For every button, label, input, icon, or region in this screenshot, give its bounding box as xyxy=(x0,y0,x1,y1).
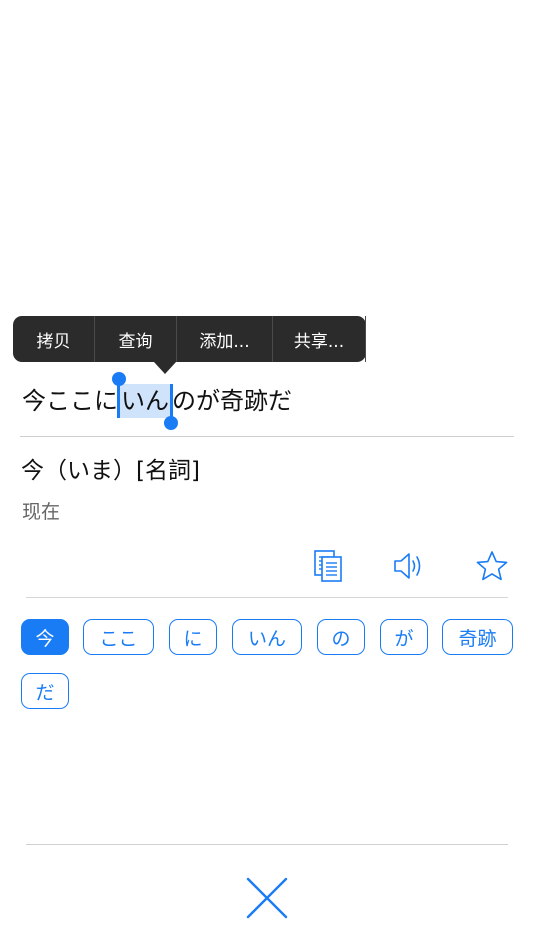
divider xyxy=(26,844,508,845)
menu-item-lookup[interactable]: 查询 xyxy=(95,316,177,362)
entry-meaning: 现在 xyxy=(22,501,61,523)
menu-item-add[interactable]: 添加... xyxy=(177,316,273,362)
menu-item-share[interactable]: 共享... xyxy=(273,316,366,362)
token-chip[interactable]: いん xyxy=(232,619,302,655)
selection-start-caret xyxy=(117,384,120,418)
copy-document-icon xyxy=(314,550,342,582)
token-chip[interactable]: 今 xyxy=(21,619,69,655)
speaker-icon xyxy=(394,553,421,579)
copy-button[interactable] xyxy=(308,546,348,586)
token-chip[interactable]: が xyxy=(380,619,428,655)
close-button[interactable] xyxy=(245,876,289,920)
context-menu: 拷贝 查询 添加... 共享... xyxy=(13,316,366,374)
token-chip[interactable]: ここ xyxy=(83,619,154,655)
token-chip[interactable]: 奇跡 xyxy=(442,619,513,655)
sentence-before: 今ここに xyxy=(22,387,118,415)
selected-text-label: いん xyxy=(121,387,169,415)
entry-heading: 今（いま）[名詞] xyxy=(21,458,200,484)
selected-text[interactable]: いん xyxy=(112,372,178,430)
token-chip[interactable]: の xyxy=(317,619,365,655)
selection-start-handle[interactable] xyxy=(112,372,126,386)
menu-pointer-arrow xyxy=(154,362,176,374)
selection-end-caret xyxy=(170,384,173,418)
close-icon xyxy=(246,877,288,919)
selection-end-handle[interactable] xyxy=(164,416,178,430)
sentence-text[interactable]: 今ここに いん のが奇跡だ xyxy=(22,372,292,430)
sentence-after: のが奇跡だ xyxy=(172,387,292,415)
token-chip[interactable]: に xyxy=(169,619,217,655)
menu-item-copy[interactable]: 拷贝 xyxy=(13,316,95,362)
divider xyxy=(26,597,508,598)
favorite-button[interactable] xyxy=(472,546,512,586)
divider xyxy=(20,436,514,437)
star-icon xyxy=(476,551,508,581)
pronounce-button[interactable] xyxy=(389,546,429,586)
token-chip[interactable]: だ xyxy=(21,673,69,709)
